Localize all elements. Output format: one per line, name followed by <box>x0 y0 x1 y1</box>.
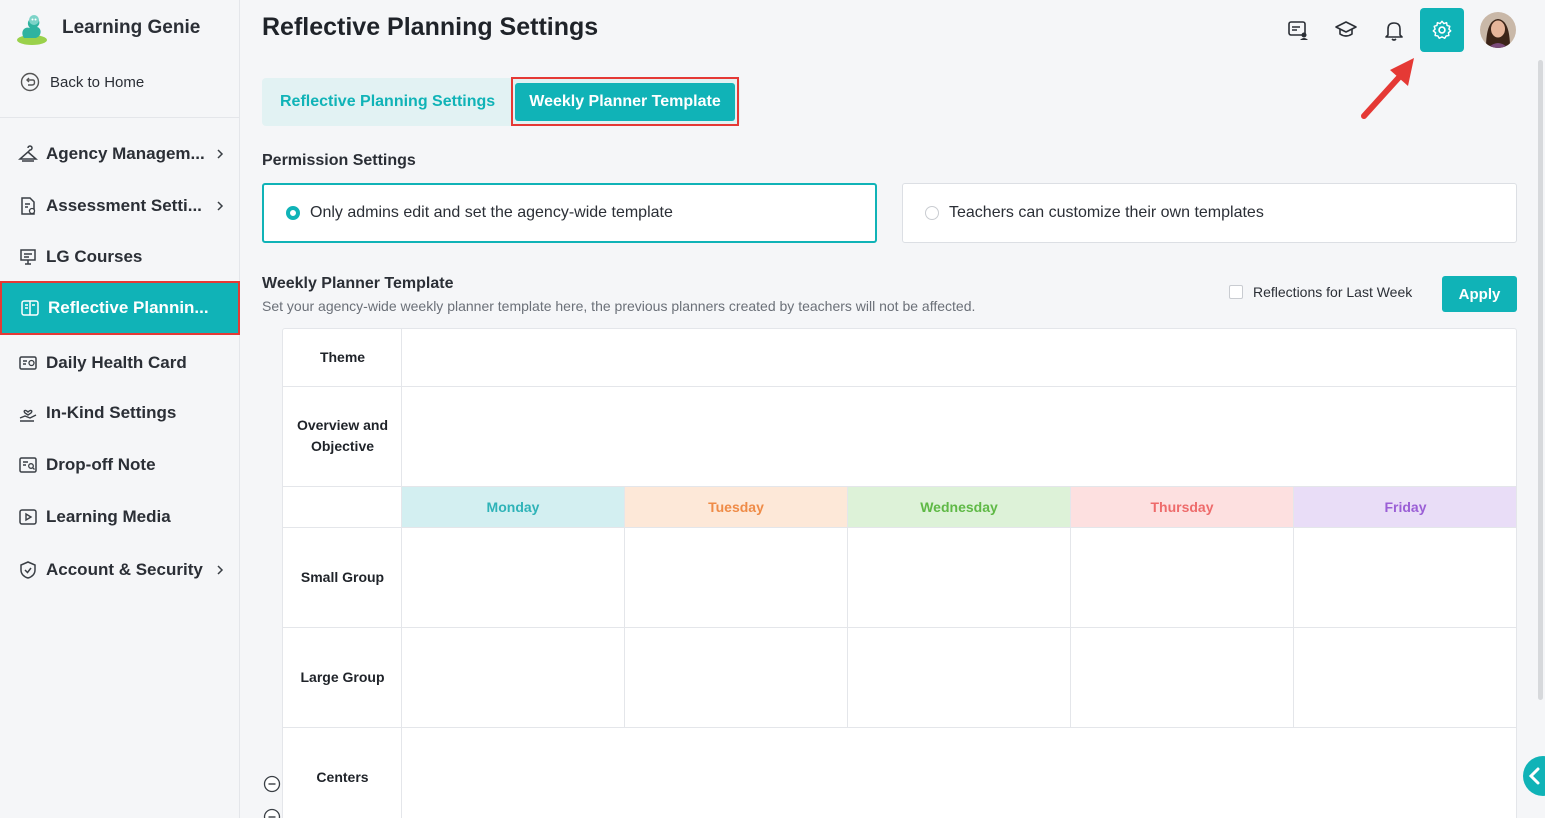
sidebar-item-label: Assessment Setti... <box>46 196 202 215</box>
back-to-home-link[interactable]: Back to Home <box>20 72 144 92</box>
sidebar-divider <box>0 117 240 118</box>
document-settings-icon <box>21 197 36 215</box>
sidebar-item-label: In-Kind Settings <box>46 403 177 422</box>
sidebar-item-label: Reflective Plannin... <box>48 298 209 317</box>
page-scrollbar[interactable] <box>1538 60 1543 700</box>
back-to-home-label: Back to Home <box>50 73 145 91</box>
chevron-right-icon <box>217 149 224 159</box>
sidebar-item-label: Daily Health Card <box>46 353 187 372</box>
tab-reflective-planning-settings[interactable]: Reflective Planning Settings <box>280 93 495 111</box>
day-header-wednesday: Wednesday <box>848 487 1070 527</box>
day-header-friday: Friday <box>1294 487 1516 527</box>
page-title: Reflective Planning Settings <box>262 13 599 41</box>
reflections-last-week-checkbox[interactable] <box>1229 285 1243 299</box>
chevron-left-icon <box>1528 767 1540 785</box>
app-name: Learning Genie <box>62 17 201 38</box>
gear-icon <box>1432 20 1452 39</box>
row-divider <box>283 627 1516 628</box>
day-header-thursday: Thursday <box>1071 487 1293 527</box>
row-label-centers: Centers <box>316 768 369 785</box>
sidebar: Learning Genie Back to Home Agency Manag… <box>0 0 240 818</box>
brand[interactable]: Learning Genie <box>14 10 200 46</box>
row-divider <box>283 727 1516 728</box>
permission-option-label: Only admins edit and set the agency-wide… <box>310 204 673 221</box>
row-label-large-group: Large Group <box>300 668 385 685</box>
permission-settings-title: Permission Settings <box>262 152 416 169</box>
chevron-right-icon <box>217 201 224 211</box>
learning-genie-logo <box>17 15 47 45</box>
hanger-icon <box>18 145 38 162</box>
notifications-button[interactable] <box>1378 14 1410 46</box>
radio-unselected[interactable] <box>925 206 939 220</box>
row-divider <box>283 527 1516 528</box>
weekly-planner-table: Theme Overview and Objective Small Group… <box>282 328 1517 818</box>
sidebar-item-agency-management[interactable]: Agency Managem... <box>0 128 240 180</box>
sidebar-item-in-kind-settings[interactable]: In-Kind Settings <box>0 387 240 439</box>
red-arrow-annotation <box>1361 58 1414 119</box>
avatar-photo <box>1480 12 1516 48</box>
sidebar-item-label: Agency Managem... <box>46 144 205 163</box>
settings-button[interactable] <box>1420 8 1464 52</box>
note-search-icon <box>19 457 37 473</box>
chat-user-button[interactable] <box>1282 14 1314 46</box>
video-play-icon <box>19 509 37 525</box>
shield-icon <box>20 561 36 579</box>
day-header-tuesday: Tuesday <box>625 487 847 527</box>
presentation-board-icon <box>20 249 36 265</box>
remove-row-button[interactable] <box>263 808 281 818</box>
apply-button[interactable]: Apply <box>1442 276 1517 312</box>
row-label-overview: Overview and Objective <box>296 417 389 454</box>
health-card-icon <box>19 356 37 370</box>
reflections-last-week-label: Reflections for Last Week <box>1253 284 1413 300</box>
bell-icon <box>1385 22 1403 41</box>
weekly-planner-template-title: Weekly Planner Template <box>262 275 454 292</box>
chevron-right-icon <box>217 565 224 575</box>
remove-row-button[interactable] <box>263 775 281 793</box>
row-divider <box>283 386 1516 387</box>
collapse-panel-button[interactable] <box>1523 756 1545 796</box>
sidebar-item-label: Account & Security <box>46 560 203 579</box>
book-open-icon <box>21 300 39 316</box>
back-arrow-circle-icon <box>20 72 40 92</box>
permission-option-teachers[interactable]: Teachers can customize their own templat… <box>902 183 1517 243</box>
sidebar-item-label: LG Courses <box>46 247 143 266</box>
row-label-small-group: Small Group <box>300 568 385 585</box>
sidebar-item-lg-courses[interactable]: LG Courses <box>0 231 240 283</box>
user-avatar[interactable] <box>1480 12 1516 48</box>
permission-option-label: Teachers can customize their own templat… <box>949 204 1264 221</box>
sidebar-item-assessment-settings[interactable]: Assessment Setti... <box>0 180 240 232</box>
reflections-last-week-toggle[interactable]: Reflections for Last Week <box>1229 284 1412 300</box>
chat-user-icon <box>1288 21 1308 40</box>
weekly-planner-template-description: Set your agency-wide weekly planner temp… <box>262 298 976 314</box>
sidebar-item-label: Learning Media <box>46 507 171 526</box>
row-label-theme: Theme <box>319 349 366 365</box>
permission-option-admins[interactable]: Only admins edit and set the agency-wide… <box>262 183 877 243</box>
courses-button[interactable] <box>1330 14 1362 46</box>
radio-selected[interactable] <box>286 206 300 220</box>
settings-tabs: Reflective Planning Settings Weekly Plan… <box>262 77 740 126</box>
sidebar-item-account-security[interactable]: Account & Security <box>0 544 240 596</box>
sidebar-item-daily-health-card[interactable]: Daily Health Card <box>0 337 240 389</box>
sidebar-item-label: Drop-off Note <box>46 455 156 474</box>
sidebar-item-drop-off-note[interactable]: Drop-off Note <box>0 439 240 491</box>
day-header-monday: Monday <box>402 487 624 527</box>
sidebar-item-learning-media[interactable]: Learning Media <box>0 491 240 543</box>
tab-weekly-planner-template[interactable]: Weekly Planner Template <box>515 83 735 121</box>
graduation-cap-icon <box>1335 21 1357 37</box>
sidebar-item-reflective-planning[interactable]: Reflective Plannin... <box>0 281 240 335</box>
hand-heart-icon <box>19 409 37 422</box>
